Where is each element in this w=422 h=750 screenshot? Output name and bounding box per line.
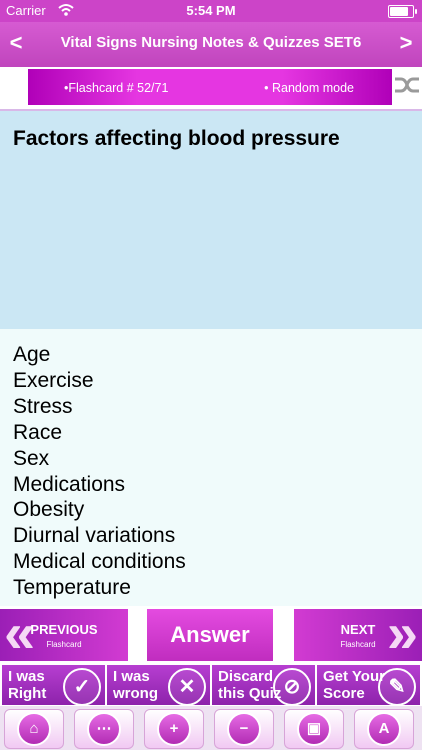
home-button[interactable]: ⌂ (4, 709, 64, 749)
answer-panel: Age Exercise Stress Race Sex Medications Obesi… (0, 329, 422, 606)
action-label-line2: this Quiz (218, 685, 282, 702)
action-label-line2: Right (8, 685, 47, 702)
slideshow-button[interactable]: ▣ (284, 709, 344, 749)
check-icon: ✓ (63, 668, 101, 706)
double-chevron-right-icon: » (386, 601, 418, 664)
mode-label: • Random mode (264, 81, 354, 95)
question-panel: Factors affecting blood pressure (0, 111, 422, 329)
zoom-out-icon: − (227, 712, 261, 746)
i-was-right-button[interactable]: I was Right ✓ (2, 665, 105, 706)
answer-item: Temperature (13, 576, 131, 600)
nav-bar: < Vital Signs Nursing Notes & Quizzes SE… (0, 22, 422, 67)
x-icon: ✕ (168, 668, 206, 706)
answer-item: Diurnal variations (13, 524, 176, 548)
home-icon: ⌂ (17, 712, 51, 746)
battery-icon (388, 5, 417, 18)
flashcard-counter: •Flashcard # 52/71 (64, 81, 169, 95)
back-arrow-icon[interactable]: < (4, 30, 28, 56)
forward-arrow-icon[interactable]: > (394, 30, 418, 56)
answer-item: Stress (13, 394, 73, 418)
answer-list: Age Exercise Stress Race Sex Medications Obesi… (13, 342, 186, 601)
prohibit-icon: ⊘ (273, 668, 311, 706)
action-label-line1: I was (113, 668, 150, 685)
previous-sub-label: Flashcard (46, 640, 82, 649)
page-title: Vital Signs Nursing Notes & Quizzes SET6 (60, 34, 362, 51)
flashcard-banner: •Flashcard # 52/71 • Random mode (28, 69, 392, 105)
status-time: 5:54 PM (186, 3, 236, 18)
action-label-line1: Discard (218, 668, 274, 685)
answer-item: Exercise (13, 368, 94, 392)
action-label-line2: wrong (113, 685, 158, 702)
i-was-wrong-button[interactable]: I was wrong ✕ (107, 665, 210, 706)
font-icon: A (367, 712, 401, 746)
shuffle-icon[interactable] (392, 73, 422, 103)
answer-item: Obesity (13, 498, 85, 522)
answer-item: Medications (13, 472, 126, 496)
action-label-line1: I was (8, 668, 45, 685)
answer-item: Sex (13, 446, 50, 470)
answer-item: Medical conditions (13, 550, 186, 574)
zoom-in-button[interactable]: + (144, 709, 204, 749)
answer-button[interactable]: Answer (147, 609, 273, 661)
share-icon: ⋯ (87, 712, 121, 746)
status-bar: Carrier 5:54 PM (0, 0, 422, 22)
share-button[interactable]: ⋯ (74, 709, 134, 749)
flashcard-controls: « PREVIOUS Flashcard Answer NEXT Flashca… (0, 601, 422, 664)
slideshow-icon: ▣ (297, 712, 331, 746)
flashcard-banner-row: •Flashcard # 52/71 • Random mode (0, 67, 422, 111)
get-score-button[interactable]: Get Your Score ✎ (317, 665, 420, 706)
zoom-out-button[interactable]: − (214, 709, 274, 749)
font-button[interactable]: A (354, 709, 414, 749)
battery-fill (390, 7, 408, 16)
previous-label: PREVIOUS (30, 622, 98, 637)
bottom-toolbar: ⌂ ⋯ + − ▣ A (0, 706, 422, 750)
action-label-line1: Get Your (323, 668, 385, 685)
zoom-in-icon: + (157, 712, 191, 746)
score-icon: ✎ (378, 668, 416, 706)
previous-flashcard-button[interactable]: « PREVIOUS Flashcard (0, 605, 128, 661)
quiz-actions: I was Right ✓ I was wrong ✕ Discard this… (0, 664, 422, 706)
discard-quiz-button[interactable]: Discard this Quiz ⊘ (212, 665, 315, 706)
answer-item: Race (13, 420, 63, 444)
question-text: Factors affecting blood pressure (13, 127, 340, 150)
answer-item: Age (13, 343, 51, 366)
next-flashcard-button[interactable]: NEXT Flashcard » (294, 601, 422, 664)
action-label-line2: Score (323, 685, 365, 702)
